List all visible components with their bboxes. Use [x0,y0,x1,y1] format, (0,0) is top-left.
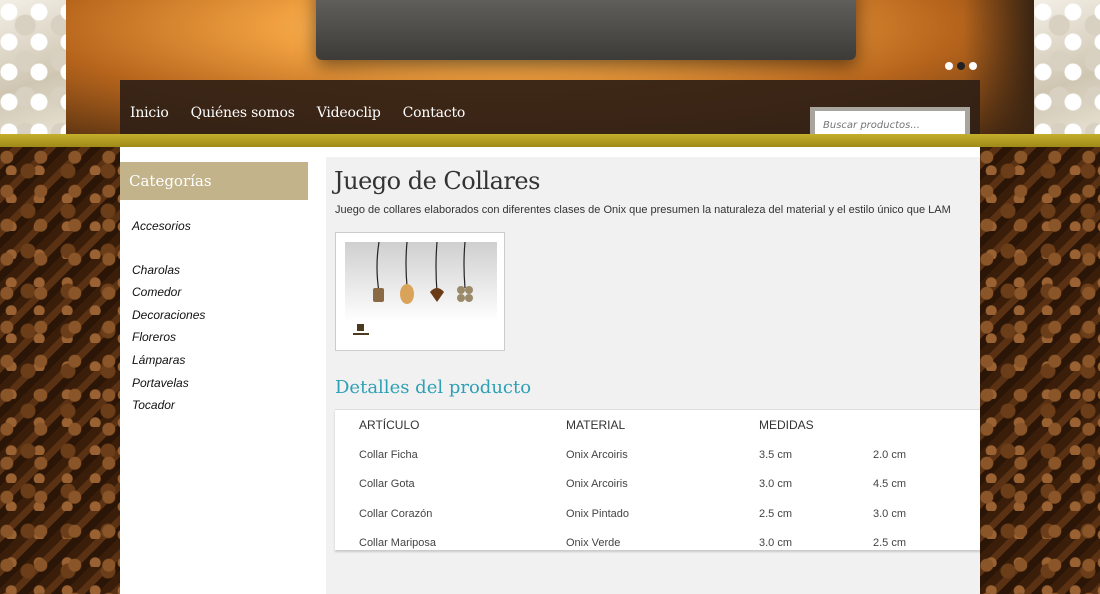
cell-medida-2: 2.5 cm [873,537,907,550]
nav-videoclip[interactable]: Videoclip [317,105,381,121]
gold-divider [0,134,1100,147]
table-row: Collar Gota Onix Arcoiris 3.0 cm 4.5 cm [335,470,980,500]
cell-articulo: Collar Ficha [359,448,418,461]
category-charolas[interactable]: Charolas [132,259,205,282]
header-articulo: ARTÍCULO [359,418,420,432]
product-title: Juego de Collares [334,167,540,195]
nav-inicio[interactable]: Inicio [130,105,169,121]
cell-medida-2: 4.5 cm [873,478,907,491]
category-comedor[interactable]: Comedor [132,281,205,304]
cell-articulo: Collar Mariposa [359,537,437,550]
cell-material: Onix Pintado [566,507,629,520]
category-lamparas[interactable]: Lámparas [132,349,205,372]
product-description: Juego de collares elaborados con diferen… [335,204,951,216]
nav-contacto[interactable]: Contacto [403,105,466,121]
cell-medida-2: 3.0 cm [873,507,907,520]
slider-dot-2[interactable] [957,62,965,70]
stone-block-image [316,0,856,60]
necklaces-image [345,241,497,342]
slider-dots [945,62,977,70]
cell-medida-1: 2.5 cm [759,507,793,520]
cell-medida-1: 3.0 cm [759,537,793,550]
category-portavelas[interactable]: Portavelas [132,372,205,395]
right-background-texture [980,147,1100,594]
details-title: Detalles del producto [335,377,532,398]
category-floreros[interactable]: Floreros [132,326,205,349]
main-navigation: Inicio Quiénes somos Videoclip Contacto [120,80,980,145]
cell-articulo: Collar Gota [359,478,415,491]
left-background-texture [0,147,120,594]
header-medidas-2 [872,410,980,440]
stone-texture-right [1034,0,1100,134]
product-thumbnail[interactable] [335,232,505,351]
header-material: MATERIAL [566,418,626,432]
table-header-row: ARTÍCULO MATERIAL MEDIDAS [335,410,980,440]
table-row: Collar Corazón Onix Pintado 2.5 cm 3.0 c… [335,499,980,529]
product-content: Juego de Collares Juego de collares elab… [326,157,980,594]
cell-material: Onix Verde [566,537,621,550]
table-row: Collar Mariposa Onix Verde 3.0 cm 2.5 cm [335,529,980,559]
category-accesorios[interactable]: Accesorios [132,215,205,238]
sidebar: Categorías Accesorios Charolas Comedor D… [120,147,326,594]
cell-material: Onix Arcoiris [566,478,628,491]
categories-title: Categorías [120,162,308,200]
cell-medida-1: 3.5 cm [759,448,793,461]
slider-dot-1[interactable] [945,62,953,70]
cell-articulo: Collar Corazón [359,507,433,520]
nav-quienes-somos[interactable]: Quiénes somos [191,105,295,121]
details-table: ARTÍCULO MATERIAL MEDIDAS Collar Ficha O… [335,409,980,550]
table-row: Collar Ficha Onix Arcoiris 3.5 cm 2.0 cm [335,440,980,470]
stone-texture-left [0,0,66,134]
header-medidas: MEDIDAS [759,418,814,432]
category-list: Accesorios Charolas Comedor Decoraciones… [132,215,205,417]
cell-medida-1: 3.0 cm [759,478,793,491]
category-decoraciones[interactable]: Decoraciones [132,304,205,327]
cell-material: Onix Arcoiris [566,448,628,461]
category-tocador[interactable]: Tocador [132,394,205,417]
slider-dot-3[interactable] [969,62,977,70]
cell-medida-2: 2.0 cm [873,448,907,461]
